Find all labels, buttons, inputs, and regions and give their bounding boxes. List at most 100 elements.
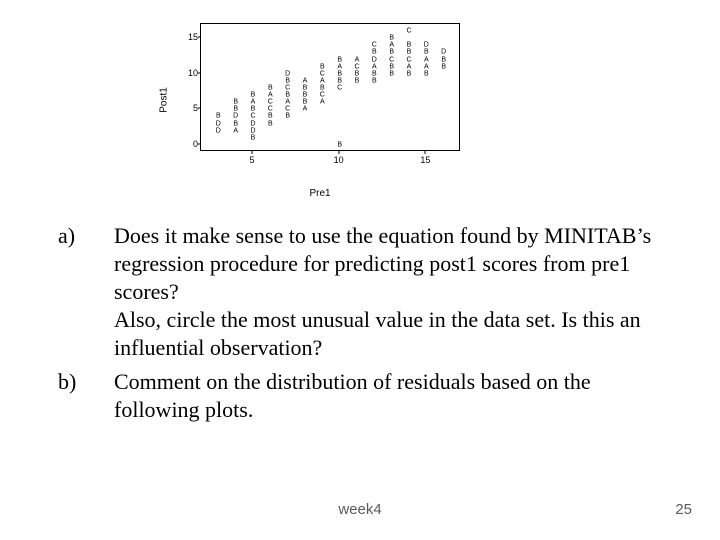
scatter-point: B (389, 35, 394, 42)
scatter-point: D (424, 42, 429, 49)
scatter-point: C (354, 63, 359, 70)
scatter-point: A (285, 99, 290, 106)
scatter-point: B (268, 113, 273, 120)
question-label-a: a) (58, 222, 114, 362)
scatter-point: A (337, 63, 342, 70)
scatter-point: A (251, 99, 256, 106)
scatter-point: D (372, 56, 377, 63)
scatter-point: B (233, 120, 238, 127)
scatter-point: B (355, 77, 360, 84)
scatter-point: A (303, 106, 308, 113)
scatter-point: B (285, 92, 290, 99)
scatter-point: D (216, 120, 221, 127)
y-axis-label: Post1 (159, 87, 170, 113)
scatter-point: B (441, 56, 446, 63)
scatter-point: C (320, 70, 325, 77)
scatter-point: C (389, 56, 394, 63)
scatter-point: D (250, 127, 255, 134)
scatter-point: B (337, 56, 342, 63)
scatter-point: C (268, 106, 273, 113)
scatter-point: B (372, 49, 377, 56)
question-label-b: b) (58, 368, 114, 424)
scatter-point: D (250, 120, 255, 127)
scatter-point: B (285, 113, 290, 120)
scatter-point: B (233, 106, 238, 113)
scatter-point: A (320, 77, 325, 84)
scatter-point: B (337, 77, 342, 84)
scatter-point: B (251, 106, 256, 113)
x-tick-label: 5 (249, 155, 254, 165)
scatter-point: C (372, 42, 377, 49)
question-a-para2: Also, circle the most unusual value in t… (114, 306, 662, 362)
question-text-a: Does it make sense to use the equation f… (114, 222, 662, 362)
scatter-point: B (441, 63, 446, 70)
scatter-point: A (355, 56, 360, 63)
y-tick-label: 10 (186, 68, 198, 78)
scatter-point: B (233, 99, 238, 106)
scatter-point: A (320, 99, 325, 106)
question-text-b: Comment on the distribution of residuals… (114, 368, 662, 424)
scatter-point: A (424, 56, 429, 63)
question-list: a) Does it make sense to use the equatio… (58, 222, 662, 430)
y-tick-mark (198, 108, 201, 109)
scatter-point: D (216, 127, 221, 134)
scatter-point: B (389, 49, 394, 56)
scatter-point: B (407, 42, 412, 49)
scatter-point: C (406, 28, 411, 35)
scatter-point: B (389, 63, 394, 70)
scatter-point: C (337, 85, 342, 92)
scatter-point: B (424, 49, 429, 56)
scatter-point: C (250, 113, 255, 120)
x-tick-label: 10 (334, 155, 344, 165)
scatter-point: A (268, 92, 273, 99)
scatter-point: B (320, 85, 325, 92)
scatter-point: B (355, 70, 360, 77)
scatter-point: B (320, 63, 325, 70)
y-tick-mark (198, 143, 201, 144)
scatter-point: A (407, 63, 412, 70)
scatter-point: B (407, 49, 412, 56)
x-tick-mark (425, 151, 426, 154)
x-tick-label: 15 (420, 155, 430, 165)
x-tick-mark (252, 151, 253, 154)
question-b: b) Comment on the distribution of residu… (58, 368, 662, 424)
scatter-point: A (424, 63, 429, 70)
y-tick-mark (198, 37, 201, 38)
scatter-point: B (303, 99, 308, 106)
scatter-point: B (407, 70, 412, 77)
scatter-point: B (337, 70, 342, 77)
plot-area: BDDBBDBABABCDDBBACCBBDBCBACBABBBABCABCAB… (200, 23, 460, 151)
y-tick-mark (198, 72, 201, 73)
scatter-point: B (303, 85, 308, 92)
scatter-point: A (389, 42, 394, 49)
question-a: a) Does it make sense to use the equatio… (58, 222, 662, 362)
scatter-point: B (268, 120, 273, 127)
scatter-point: A (233, 127, 238, 134)
scatter-point: A (372, 63, 377, 70)
scatter-point: C (406, 56, 411, 63)
scatter-point: B (251, 134, 256, 141)
scatter-point: B (372, 77, 377, 84)
scatter-point: B (303, 92, 308, 99)
y-tick-label: 0 (186, 139, 198, 149)
scatter-point: B (216, 113, 221, 120)
scatter-point: B (268, 85, 273, 92)
y-tick-label: 5 (186, 103, 198, 113)
scatter-point: D (285, 70, 290, 77)
scatter-point: D (233, 113, 238, 120)
scatter-chart: Post1 Pre1 BDDBBDBABABCDDBBACCBBDBCBACBA… (170, 15, 470, 185)
scatter-point: C (320, 92, 325, 99)
footer-center: week4 (338, 501, 381, 518)
scatter-point: C (285, 85, 290, 92)
scatter-point: B (337, 141, 342, 148)
x-tick-mark (338, 151, 339, 154)
scatter-point: B (389, 70, 394, 77)
scatter-point: C (285, 106, 290, 113)
x-axis-label: Pre1 (309, 188, 330, 199)
scatter-point: B (285, 77, 290, 84)
scatter-point: B (251, 92, 256, 99)
y-tick-label: 15 (186, 32, 198, 42)
scatter-point: D (441, 49, 446, 56)
scatter-point: B (424, 70, 429, 77)
footer-page-number: 25 (675, 501, 692, 518)
